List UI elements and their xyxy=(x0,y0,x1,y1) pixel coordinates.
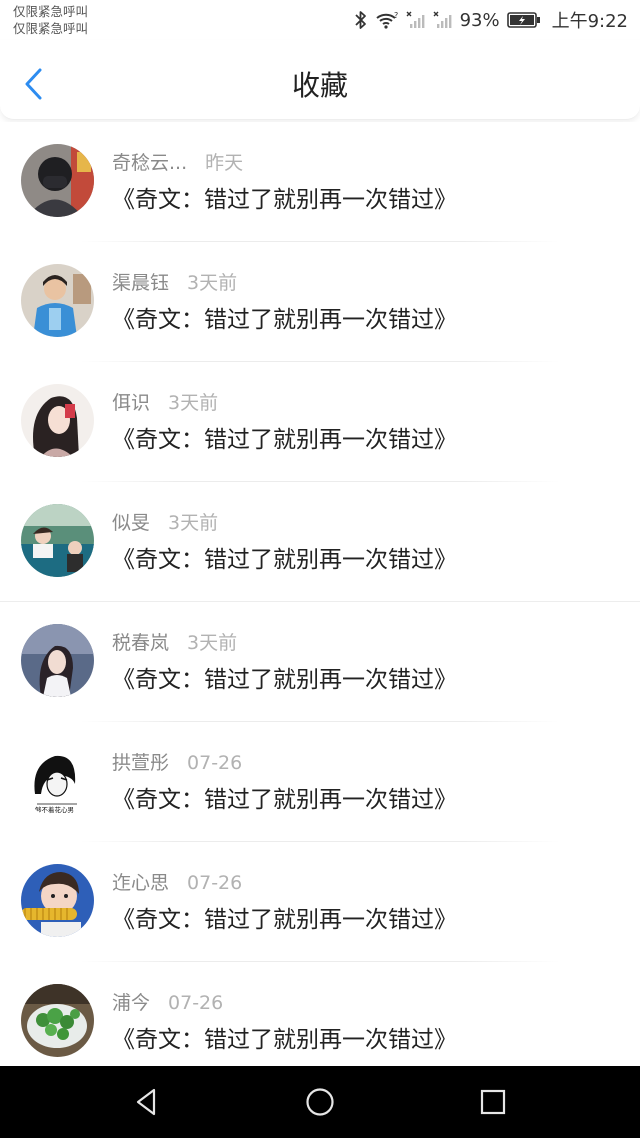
item-meta: 税春岚 3天前 xyxy=(112,630,237,656)
author-name: 奇稔云... xyxy=(112,152,188,174)
article-title[interactable]: 《奇文：错过了就别再一次错过》 xyxy=(112,664,457,696)
clock: 上午9:22 xyxy=(551,11,628,32)
item-time: 07-26 xyxy=(187,872,243,894)
article-title[interactable]: 《奇文：错过了就别再一次错过》 xyxy=(112,784,457,816)
signal-1-icon xyxy=(406,10,426,30)
item-meta: 渠晨钰 3天前 xyxy=(112,270,237,296)
item-meta: 奇稔云... 昨天 xyxy=(112,150,243,176)
item-time: 07-26 xyxy=(187,752,243,774)
article-title[interactable]: 《奇文：错过了就别再一次错过》 xyxy=(112,304,457,336)
item-meta: 佴识 3天前 xyxy=(112,390,218,416)
system-nav-bar xyxy=(0,1066,640,1138)
bluetooth-icon xyxy=(354,10,368,30)
recents-square-icon xyxy=(481,1089,506,1115)
article-title[interactable]: 《奇文：错过了就别再一次错过》 xyxy=(112,424,457,456)
list-item[interactable]: 税春岚 3天前 《奇文：错过了就别再一次错过》 xyxy=(0,602,640,722)
list-item[interactable]: 浦今 07-26 《奇文：错过了就别再一次错过》 xyxy=(0,962,640,1066)
avatar[interactable]: 够不着花心男 xyxy=(21,744,94,817)
avatar[interactable] xyxy=(21,864,94,937)
signal-2-icon xyxy=(433,10,453,30)
header: 收藏 xyxy=(0,40,640,120)
list-item[interactable]: 似旻 3天前 《奇文：错过了就别再一次错过》 xyxy=(0,482,640,602)
item-time: 3天前 xyxy=(168,512,219,534)
article-title[interactable]: 《奇文：错过了就别再一次错过》 xyxy=(112,904,457,936)
list-item[interactable]: 奇稔云... 昨天 《奇文：错过了就别再一次错过》 xyxy=(0,122,640,242)
carrier-text: 仅限紧急呼叫 仅限紧急呼叫 xyxy=(13,3,88,37)
list-item[interactable]: 佴识 3天前 《奇文：错过了就别再一次错过》 xyxy=(0,362,640,482)
nav-recents-button[interactable] xyxy=(463,1072,523,1132)
status-bar: 仅限紧急呼叫 仅限紧急呼叫 ? 93% 上午9:22 xyxy=(0,0,640,40)
nav-home-button[interactable] xyxy=(290,1072,350,1132)
avatar[interactable] xyxy=(21,624,94,697)
back-triangle-icon xyxy=(136,1088,155,1116)
avatar[interactable] xyxy=(21,384,94,457)
avatar[interactable] xyxy=(21,144,94,217)
author-name: 渠晨钰 xyxy=(112,272,170,294)
avatar[interactable] xyxy=(21,264,94,337)
item-meta: 拱萱彤 07-26 xyxy=(112,750,242,776)
item-time: 昨天 xyxy=(205,152,244,174)
wifi-icon: ? xyxy=(375,10,399,30)
battery-icon xyxy=(506,11,541,29)
author-name: 税春岚 xyxy=(112,632,170,654)
author-name: 佴识 xyxy=(112,392,151,414)
battery-percent: 93% xyxy=(459,9,500,31)
author-name: 似旻 xyxy=(112,512,151,534)
avatar[interactable] xyxy=(21,504,94,577)
page-title: 收藏 xyxy=(291,69,348,102)
item-time: 3天前 xyxy=(187,632,238,654)
avatar[interactable] xyxy=(21,984,94,1057)
article-title[interactable]: 《奇文：错过了就别再一次错过》 xyxy=(112,544,457,576)
item-meta: 浦今 07-26 xyxy=(112,990,223,1016)
home-circle-icon xyxy=(306,1088,334,1116)
list-item[interactable]: 够不着花心男 拱萱彤 07-26 《奇文：错过了就别再一次错过》 xyxy=(0,722,640,842)
status-icons: ? 93% 上午9:22 xyxy=(354,8,628,32)
favorites-list: 奇稔云... 昨天 《奇文：错过了就别再一次错过》 渠晨钰 3天前 《奇文：错过… xyxy=(0,122,640,1066)
screen: 仅限紧急呼叫 仅限紧急呼叫 ? 93% 上午9:22 收藏 奇稔云... 昨天 … xyxy=(0,0,640,1138)
carrier-line-2: 仅限紧急呼叫 xyxy=(13,21,89,36)
author-name: 迮心思 xyxy=(112,872,170,894)
svg-text:?: ? xyxy=(394,11,398,20)
item-time: 3天前 xyxy=(187,272,238,294)
article-title[interactable]: 《奇文：错过了就别再一次错过》 xyxy=(112,184,457,216)
item-time: 07-26 xyxy=(168,992,224,1014)
author-name: 拱萱彤 xyxy=(112,752,170,774)
list-item[interactable]: 渠晨钰 3天前 《奇文：错过了就别再一次错过》 xyxy=(0,242,640,362)
avatar-caption: 够不着花心男 xyxy=(35,805,74,814)
nav-back-button[interactable] xyxy=(117,1072,177,1132)
article-title[interactable]: 《奇文：错过了就别再一次错过》 xyxy=(112,1024,457,1056)
carrier-line-1: 仅限紧急呼叫 xyxy=(13,4,89,19)
list-item[interactable]: 迮心思 07-26 《奇文：错过了就别再一次错过》 xyxy=(0,842,640,962)
author-name: 浦今 xyxy=(112,992,151,1014)
item-meta: 迮心思 07-26 xyxy=(112,870,242,896)
item-time: 3天前 xyxy=(168,392,219,414)
item-meta: 似旻 3天前 xyxy=(112,510,218,536)
